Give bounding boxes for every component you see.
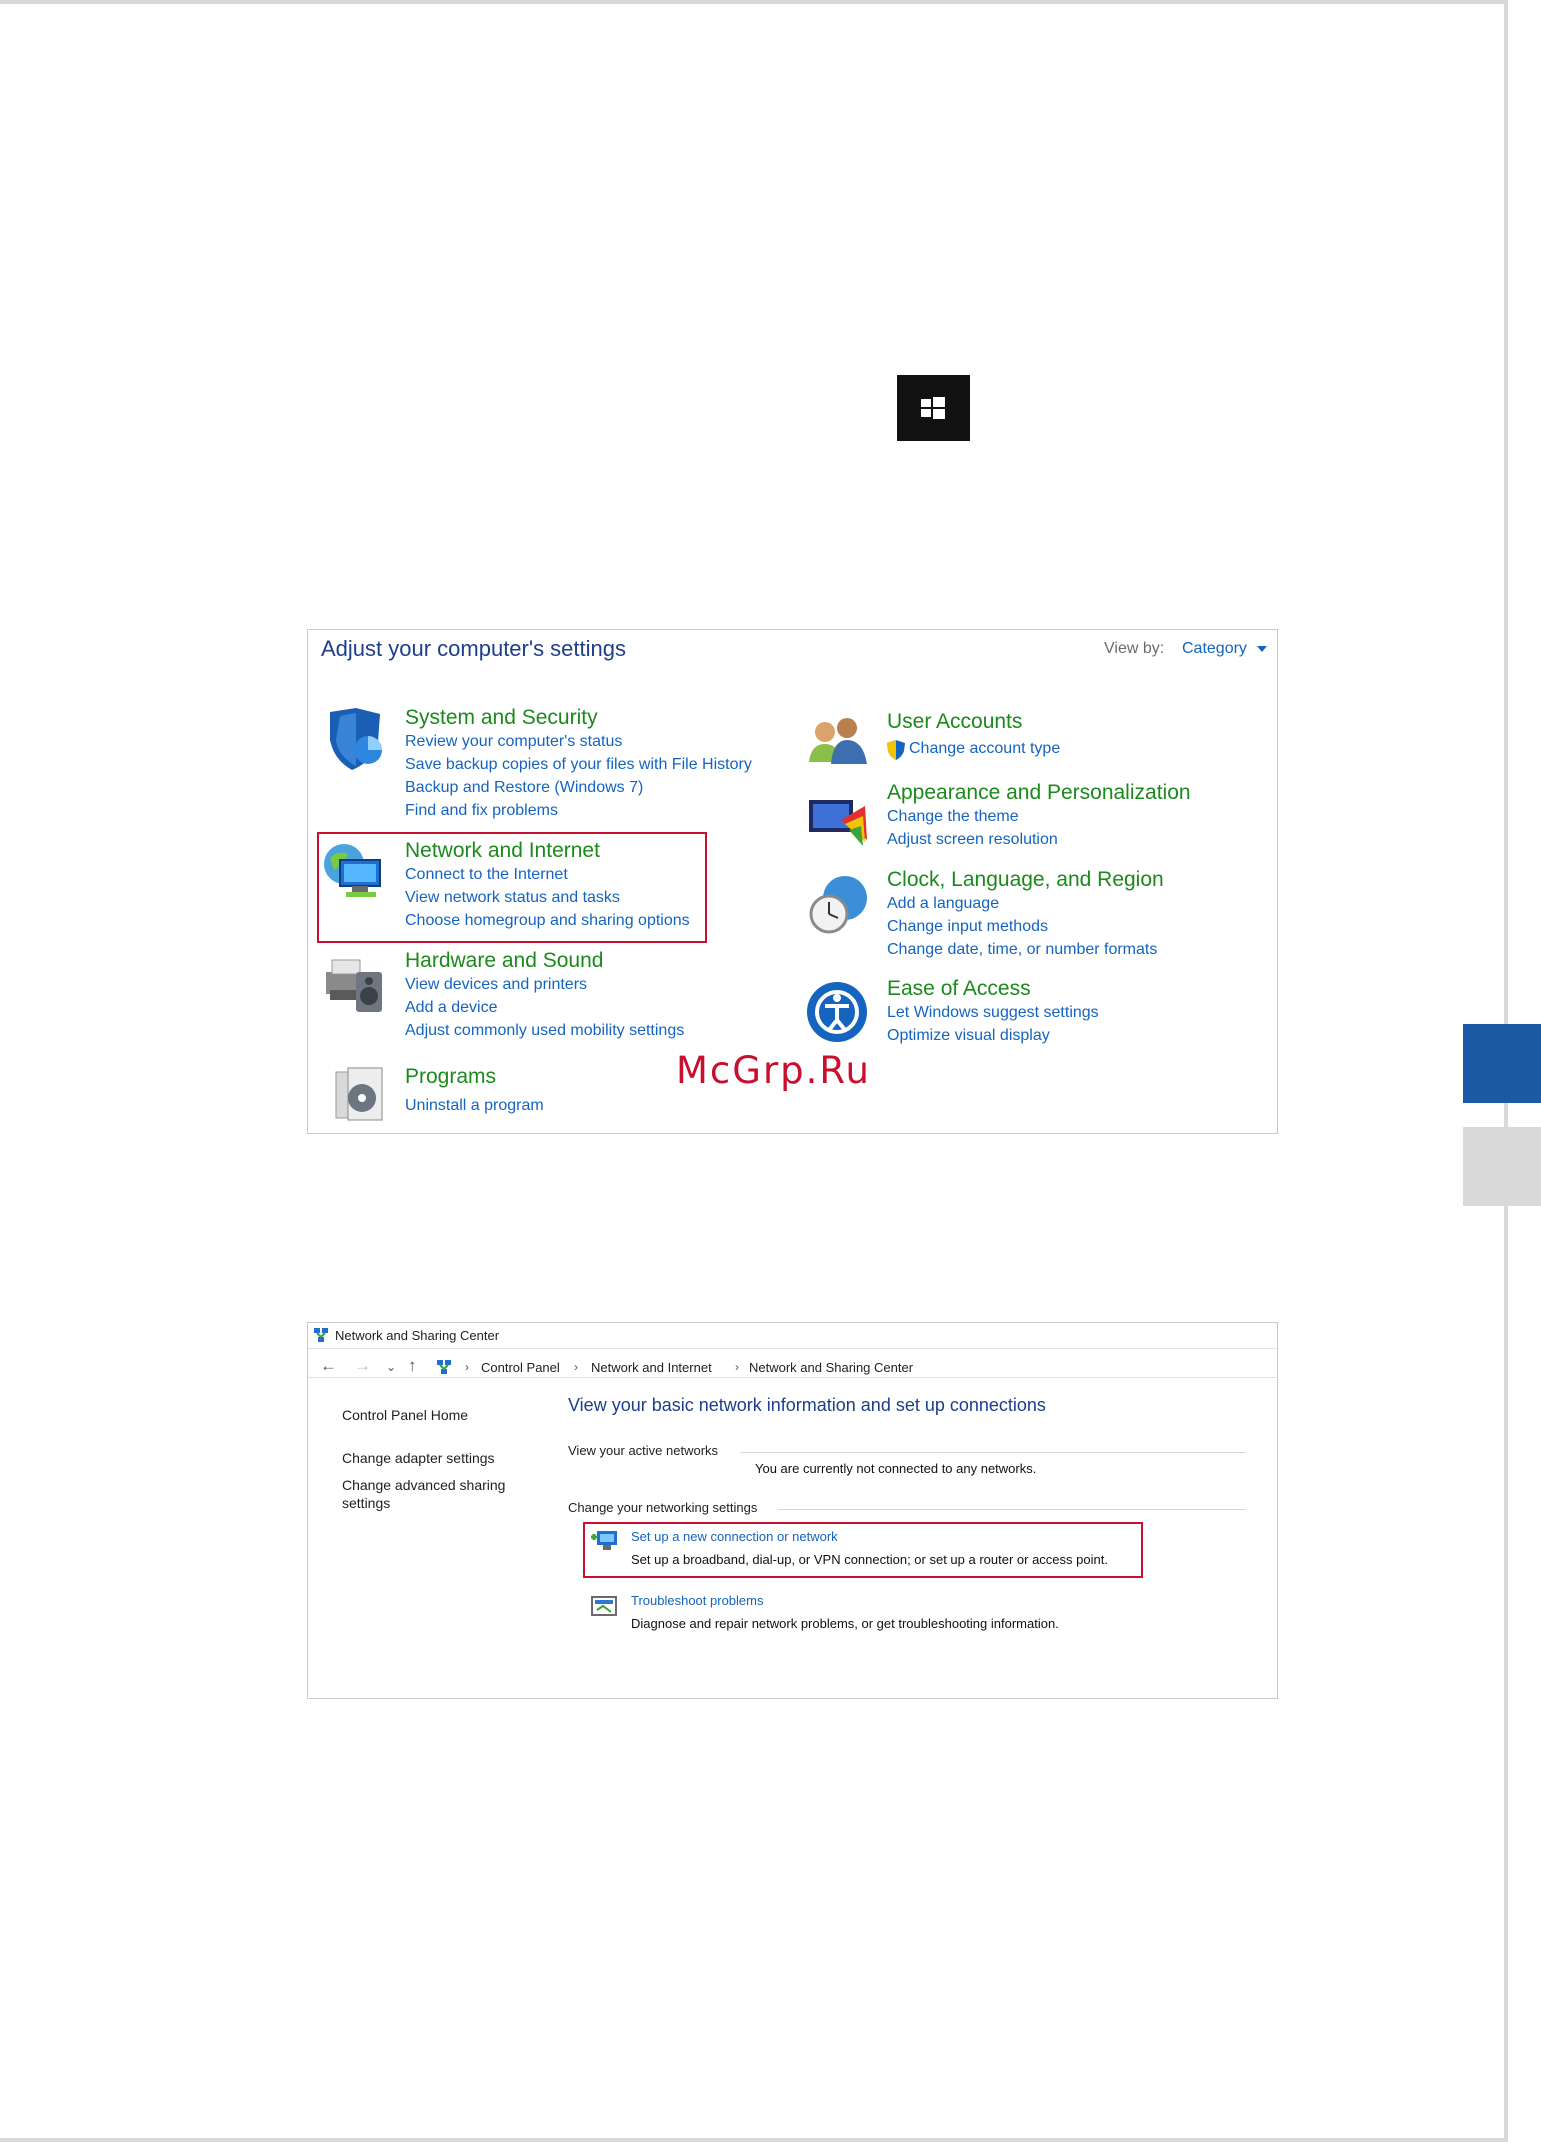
breadcrumb-network-internet[interactable]: Network and Internet bbox=[591, 1360, 712, 1375]
users-icon bbox=[809, 718, 867, 764]
page-border-bottom bbox=[0, 2138, 1508, 2142]
page-border-top bbox=[0, 0, 1508, 4]
watermark: McGrp.Ru bbox=[676, 1049, 871, 1092]
link-devices-printers[interactable]: View devices and printers bbox=[405, 976, 587, 994]
address-bar-divider bbox=[308, 1377, 1277, 1378]
link-windows-suggest[interactable]: Let Windows suggest settings bbox=[887, 1004, 1099, 1022]
uac-shield-icon bbox=[887, 740, 905, 760]
divider bbox=[778, 1509, 1245, 1510]
ns-heading: View your basic network information and … bbox=[568, 1395, 1046, 1415]
category-user-accounts[interactable]: User Accounts bbox=[887, 710, 1022, 734]
category-system-security[interactable]: System and Security bbox=[405, 706, 598, 730]
breadcrumb-network-sharing[interactable]: Network and Sharing Center bbox=[749, 1360, 913, 1375]
view-by-label: View by: bbox=[1104, 640, 1165, 657]
link-add-device[interactable]: Add a device bbox=[405, 999, 498, 1017]
troubleshoot-link[interactable]: Troubleshoot problems bbox=[631, 1593, 763, 1608]
link-optimize-display[interactable]: Optimize visual display bbox=[887, 1027, 1050, 1045]
category-hardware-sound[interactable]: Hardware and Sound bbox=[405, 949, 603, 973]
not-connected-text: You are currently not connected to any n… bbox=[755, 1461, 1037, 1476]
clock-globe-icon bbox=[809, 876, 867, 934]
link-date-time-formats[interactable]: Change date, time, or number formats bbox=[887, 941, 1157, 959]
shield-icon bbox=[330, 708, 382, 770]
link-file-history[interactable]: Save backup copies of your files with Fi… bbox=[405, 756, 752, 774]
recent-dropdown-icon[interactable]: ⌄ bbox=[386, 1360, 396, 1374]
divider bbox=[740, 1452, 1245, 1453]
link-backup-restore[interactable]: Backup and Restore (Windows 7) bbox=[405, 779, 643, 797]
change-settings-label: Change your networking settings bbox=[568, 1500, 758, 1515]
window-title: Network and Sharing Center bbox=[335, 1328, 500, 1343]
windows-key-icon bbox=[897, 375, 970, 441]
sidebar-control-panel-home[interactable]: Control Panel Home bbox=[342, 1407, 468, 1423]
troubleshoot-icon bbox=[591, 1596, 617, 1616]
titlebar-divider bbox=[308, 1348, 1277, 1349]
link-review-status[interactable]: Review your computer's status bbox=[405, 733, 622, 751]
printer-speaker-icon bbox=[326, 959, 382, 1012]
back-arrow-icon[interactable]: ← bbox=[320, 1356, 337, 1376]
chapter-tab-inactive bbox=[1463, 1127, 1541, 1206]
monitor-palette-icon bbox=[809, 800, 867, 846]
ease-of-access-icon bbox=[807, 982, 867, 1042]
link-screen-resolution[interactable]: Adjust screen resolution bbox=[887, 831, 1058, 849]
category-clock-language[interactable]: Clock, Language, and Region bbox=[887, 868, 1164, 892]
up-arrow-icon[interactable]: ↑ bbox=[408, 1356, 417, 1376]
active-networks-label: View your active networks bbox=[568, 1443, 719, 1458]
link-add-language[interactable]: Add a language bbox=[887, 895, 999, 913]
link-change-theme[interactable]: Change the theme bbox=[887, 808, 1019, 826]
breadcrumb-control-panel[interactable]: Control Panel bbox=[481, 1360, 560, 1375]
category-appearance[interactable]: Appearance and Personalization bbox=[887, 781, 1191, 805]
cp-title: Adjust your computer's settings bbox=[321, 636, 627, 661]
chevron-down-icon[interactable] bbox=[1257, 646, 1267, 652]
chapter-tab-active bbox=[1463, 1024, 1541, 1103]
link-change-account-type[interactable]: Change account type bbox=[909, 740, 1060, 758]
breadcrumb-separator: › bbox=[735, 1360, 739, 1374]
category-ease-of-access[interactable]: Ease of Access bbox=[887, 977, 1031, 1001]
sidebar-advanced-sharing-cont[interactable]: settings bbox=[342, 1495, 390, 1511]
troubleshoot-desc: Diagnose and repair network problems, or… bbox=[631, 1616, 1059, 1631]
highlight-network-internet bbox=[317, 832, 707, 943]
link-mobility-settings[interactable]: Adjust commonly used mobility settings bbox=[405, 1022, 684, 1040]
network-sharing-screenshot: Network and Sharing Center ← → ⌄ ↑ › Con… bbox=[307, 1322, 1278, 1699]
address-network-icon bbox=[437, 1360, 451, 1374]
highlight-setup-connection bbox=[583, 1522, 1143, 1578]
sidebar-change-adapter[interactable]: Change adapter settings bbox=[342, 1450, 495, 1466]
programs-disc-icon bbox=[335, 1067, 383, 1121]
view-by-dropdown[interactable]: Category bbox=[1182, 640, 1247, 658]
link-find-fix[interactable]: Find and fix problems bbox=[405, 802, 558, 820]
network-center-icon bbox=[314, 1328, 328, 1342]
breadcrumb-separator: › bbox=[465, 1360, 469, 1374]
breadcrumb-separator: › bbox=[574, 1360, 578, 1374]
link-input-methods[interactable]: Change input methods bbox=[887, 918, 1048, 936]
category-programs[interactable]: Programs bbox=[405, 1065, 496, 1089]
sidebar-advanced-sharing[interactable]: Change advanced sharing bbox=[342, 1477, 505, 1493]
link-uninstall-program[interactable]: Uninstall a program bbox=[405, 1097, 544, 1115]
forward-arrow-icon[interactable]: → bbox=[354, 1356, 371, 1376]
